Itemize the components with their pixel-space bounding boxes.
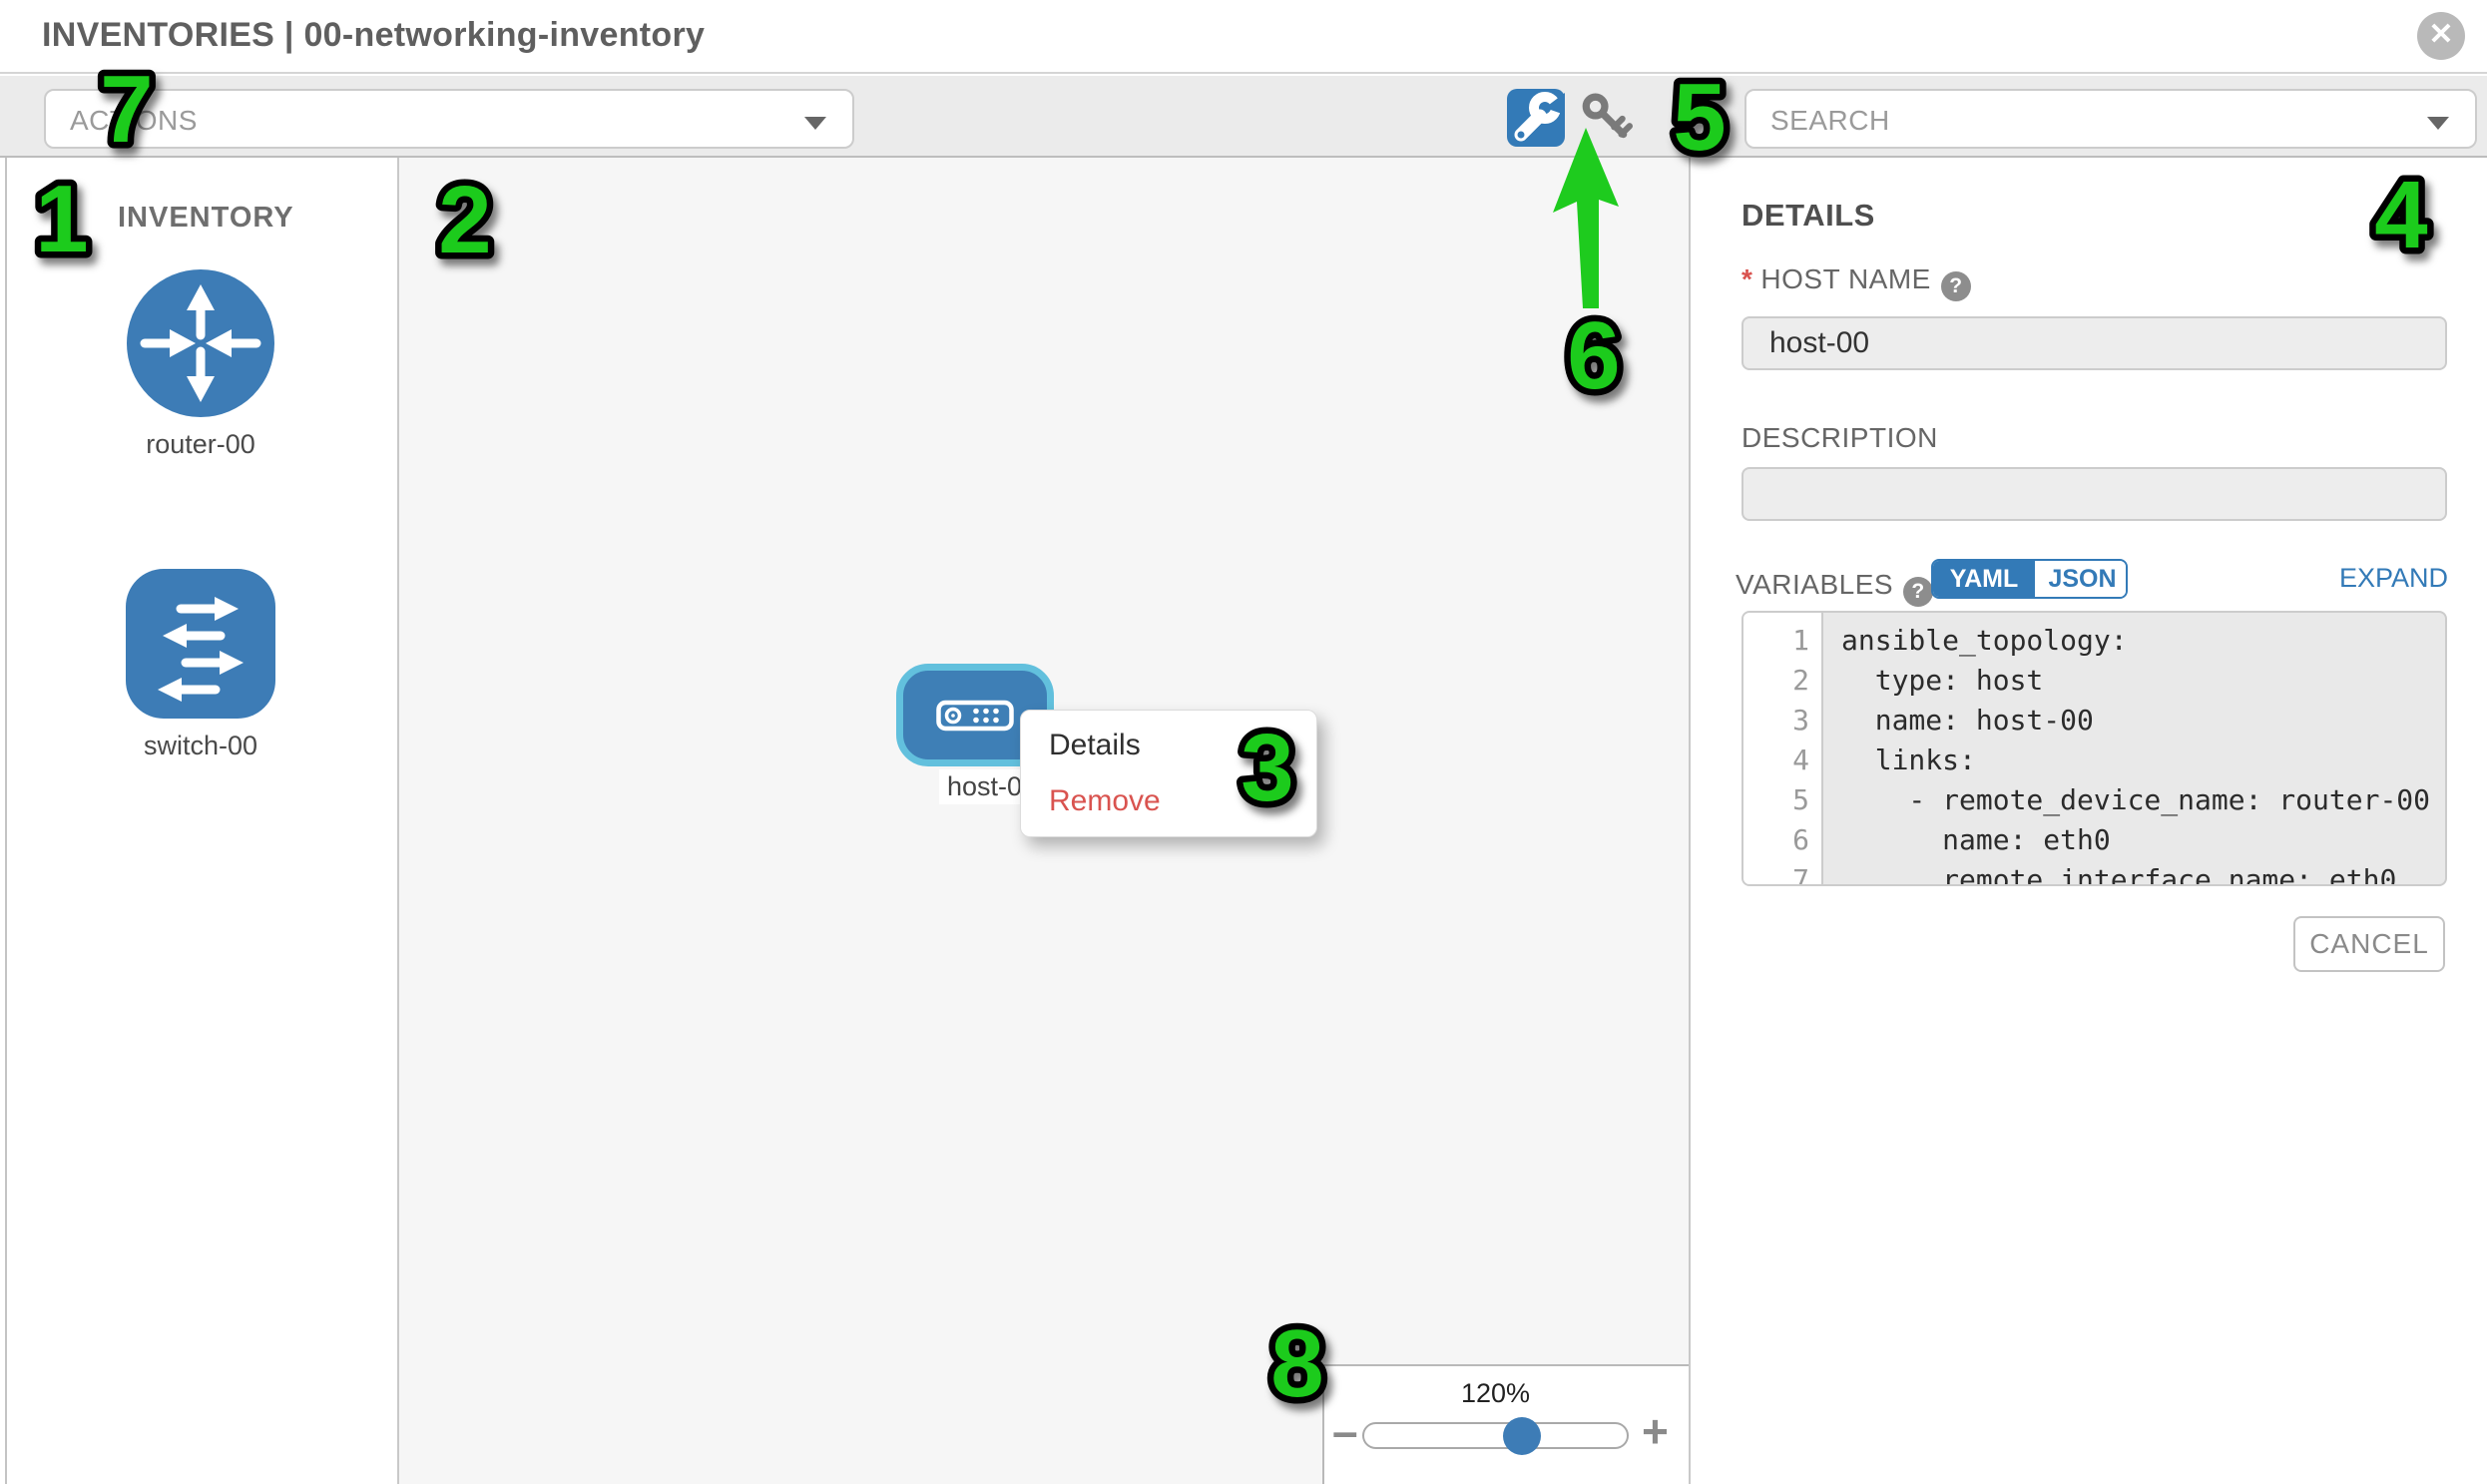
node-context-menu: Details Remove <box>1020 710 1317 837</box>
zoom-level-value: 120% <box>1362 1378 1629 1409</box>
line-number: 3 <box>1743 701 1809 741</box>
line-number: 1 <box>1743 621 1809 661</box>
host-name-label: HOST NAME <box>1760 263 1930 294</box>
sidebar-item-router-00[interactable]: router-00 <box>125 269 276 460</box>
tab-yaml[interactable]: YAML <box>1933 561 2035 597</box>
router-icon <box>127 269 274 417</box>
sidebar-item-label: switch-00 <box>125 731 276 761</box>
inventory-topology-page: INVENTORIES | 00-networking-inventory ✕ … <box>0 0 2487 1484</box>
host-name-input[interactable] <box>1741 316 2447 370</box>
line-number: 6 <box>1743 820 1809 860</box>
sidebar-title: INVENTORY <box>118 202 294 235</box>
sidebar-accent-line <box>5 158 7 1484</box>
header: INVENTORIES | 00-networking-inventory ✕ <box>0 0 2487 74</box>
variables-label-row: VARIABLES? <box>1736 569 1933 607</box>
details-panel: DETAILS * HOST NAME? DESCRIPTION VARIABLE… <box>1693 158 2487 1484</box>
close-icon[interactable]: ✕ <box>2417 12 2465 60</box>
expand-link[interactable]: EXPAND <box>2275 563 2448 594</box>
variables-format-toggle: YAML JSON <box>1931 559 2128 599</box>
variables-code-editor[interactable]: 1 2 3 4 5 6 7 ansible_topology: type: ho… <box>1741 611 2447 886</box>
sidebar-item-label: router-00 <box>125 429 276 460</box>
chevron-down-icon <box>2427 117 2449 130</box>
zoom-out-button[interactable]: – <box>1332 1404 1358 1458</box>
code-line: type: host <box>1841 661 2043 701</box>
code-line: links: <box>1841 741 1976 780</box>
zoom-control-panel: 120% – + <box>1322 1364 1691 1484</box>
sidebar-item-switch-00[interactable]: switch-00 <box>125 569 276 761</box>
required-marker: * <box>1741 263 1752 294</box>
host-icon <box>936 700 1014 731</box>
code-line: name: eth0 <box>1841 820 2111 860</box>
key-button[interactable] <box>1579 92 1633 146</box>
actions-dropdown-placeholder: ACTIONS <box>70 105 198 137</box>
host-name-label-row: * HOST NAME? <box>1741 263 1971 301</box>
details-panel-title: DETAILS <box>1741 198 1875 234</box>
topology-canvas[interactable]: host-00 Details Remove 120% – + <box>399 158 1691 1484</box>
code-line: - remote_device_name: router-00 <box>1841 780 2430 820</box>
code-line: remote_interface_name: eth0 <box>1841 860 2396 886</box>
description-input[interactable] <box>1741 467 2447 521</box>
editor-line-number-gutter: 1 2 3 4 5 6 7 <box>1743 613 1823 886</box>
code-line: name: host-00 <box>1841 701 2094 741</box>
zoom-in-button[interactable]: + <box>1642 1404 1669 1458</box>
line-number: 2 <box>1743 661 1809 701</box>
line-number: 7 <box>1743 860 1809 886</box>
cancel-button[interactable]: CANCEL <box>2293 916 2445 972</box>
line-number: 5 <box>1743 780 1809 820</box>
context-menu-item-remove[interactable]: Remove <box>1049 784 1161 818</box>
zoom-slider-knob[interactable] <box>1503 1417 1541 1455</box>
page-title: INVENTORIES | 00-networking-inventory <box>42 16 705 55</box>
help-icon[interactable]: ? <box>1903 577 1933 607</box>
toolbar: ACTIONS SEARCH <box>0 76 2487 158</box>
switch-icon <box>126 569 275 719</box>
search-dropdown-placeholder: SEARCH <box>1770 105 1890 137</box>
search-dropdown[interactable]: SEARCH <box>1744 89 2477 149</box>
code-line: ansible_topology: <box>1841 621 2128 661</box>
zoom-slider-track[interactable] <box>1362 1422 1629 1449</box>
description-label: DESCRIPTION <box>1741 422 1938 454</box>
chevron-down-icon <box>804 117 826 130</box>
inventory-sidebar: INVENTORY router-00 <box>0 158 399 1484</box>
help-icon[interactable]: ? <box>1941 271 1971 301</box>
variables-label: VARIABLES <box>1736 569 1893 600</box>
tab-json[interactable]: JSON <box>2035 561 2128 597</box>
wrench-icon <box>1507 89 1565 147</box>
actions-dropdown[interactable]: ACTIONS <box>44 89 854 149</box>
key-icon <box>1579 92 1633 146</box>
configure-button[interactable] <box>1507 89 1565 147</box>
context-menu-item-details[interactable]: Details <box>1049 729 1141 762</box>
line-number: 4 <box>1743 741 1809 780</box>
